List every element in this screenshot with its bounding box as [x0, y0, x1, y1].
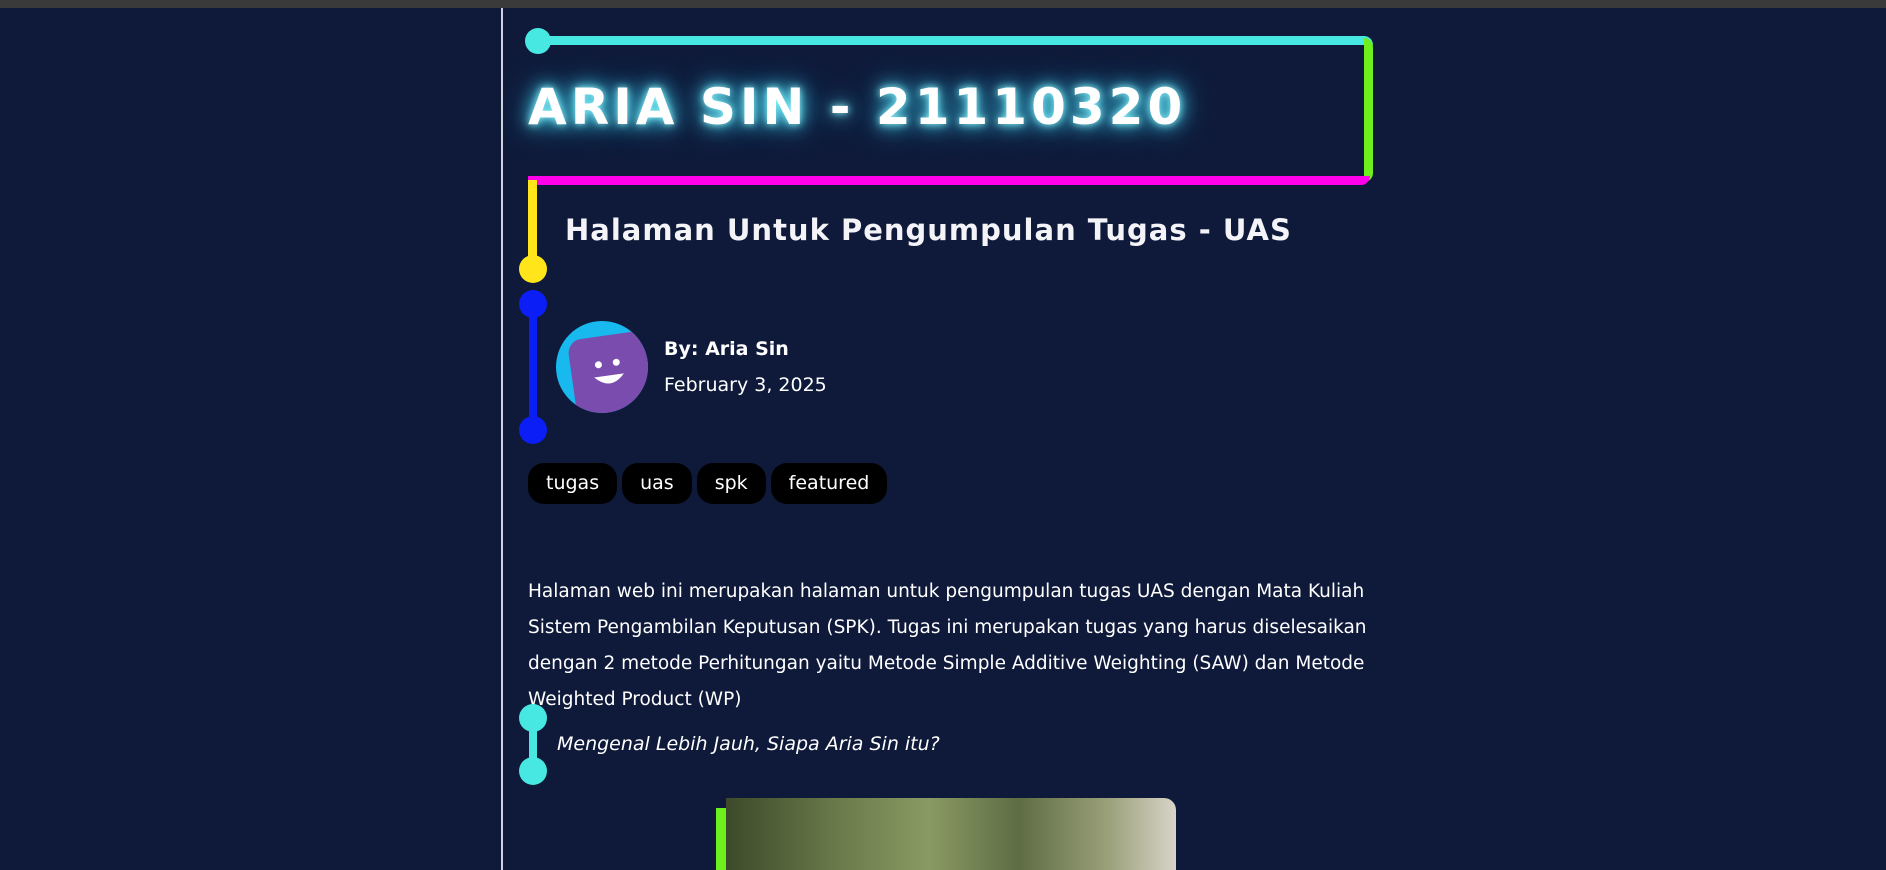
page-background	[0, 8, 1886, 870]
title-frame-top	[537, 36, 1373, 45]
profile-photo	[726, 798, 1176, 870]
profile-photo-container	[716, 798, 1176, 870]
author-accent-line	[529, 304, 537, 430]
tag-uas[interactable]: uas	[622, 463, 692, 504]
subtitle-accent-line	[528, 180, 537, 266]
title-frame-bottom	[528, 176, 1370, 185]
quote-accent-dot-bottom	[519, 757, 547, 785]
intro-paragraph: Halaman web ini merupakan halaman untuk …	[528, 581, 1367, 710]
tag-featured[interactable]: featured	[770, 463, 888, 504]
smiley-face-icon	[594, 358, 624, 384]
tag-list: tugas uas spk featured	[528, 463, 888, 504]
section-quote: Mengenal Lebih Jauh, Siapa Aria Sin itu?	[557, 733, 940, 755]
author-accent-dot-bottom	[519, 416, 547, 444]
avatar[interactable]	[556, 321, 648, 413]
page-subtitle: Halaman Untuk Pengumpulan Tugas - UAS	[565, 213, 1292, 247]
subtitle-accent-dot	[519, 255, 547, 283]
author-byline[interactable]: By: Aria Sin	[664, 338, 789, 360]
content-left-border	[501, 8, 503, 870]
smiley-avatar-icon	[566, 329, 648, 413]
tag-spk[interactable]: spk	[696, 463, 766, 504]
photo-accent-bar	[716, 808, 726, 870]
tag-tugas[interactable]: tugas	[528, 463, 618, 504]
browser-top-strip	[0, 0, 1886, 8]
post-date: February 3, 2025	[664, 374, 827, 396]
title-frame-right	[1364, 38, 1373, 182]
page-title: ARIA SIN - 21110320	[528, 78, 1187, 136]
